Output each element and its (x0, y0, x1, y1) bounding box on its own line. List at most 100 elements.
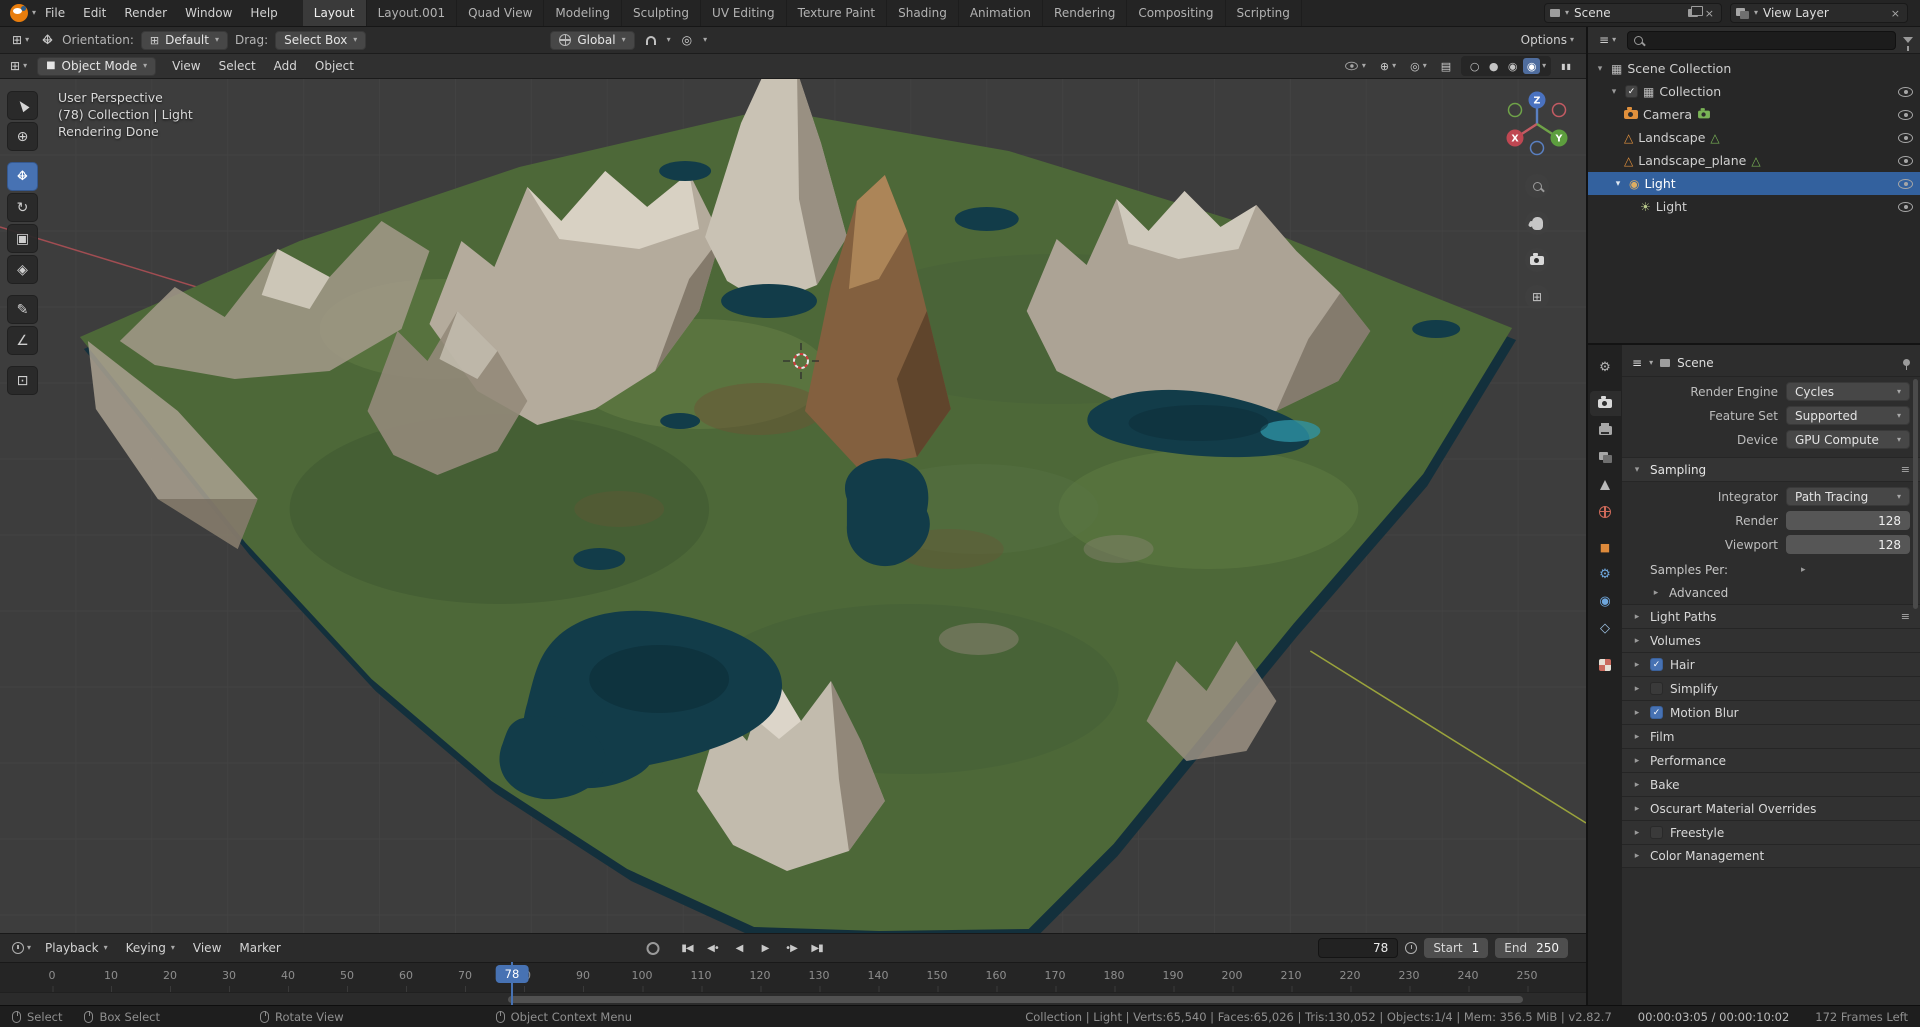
menu-object[interactable]: Object (307, 56, 362, 76)
pan-button[interactable] (1525, 211, 1549, 235)
panel-light-paths[interactable]: ▸ Light Paths ≡ (1622, 604, 1920, 628)
panel-freestyle[interactable]: ▸ Freestyle (1622, 820, 1920, 844)
simplify-checkbox[interactable] (1650, 682, 1663, 695)
menu-keying[interactable]: Keying ▾ (118, 938, 183, 958)
disclosure-icon[interactable]: ▾ (1612, 179, 1624, 189)
outliner-editor-type-button[interactable]: ≡ ▾ (1595, 32, 1620, 48)
panel-oscurart-material-overrides[interactable]: ▸ Oscurart Material Overrides (1622, 796, 1920, 820)
workspace-tab-animation[interactable]: Animation (959, 0, 1044, 26)
scale-tool-button[interactable]: ▣ (7, 224, 38, 253)
workspace-tab-compositing[interactable]: Compositing (1127, 0, 1226, 26)
menu-window[interactable]: Window (176, 2, 241, 24)
outliner-row-light[interactable]: ▾ ◉ Light (1588, 172, 1920, 195)
cursor-tool-button[interactable]: ⊕ (7, 122, 38, 151)
transform-orientation-dropdown[interactable]: Global ▾ (550, 30, 635, 50)
menu-view[interactable]: View (164, 56, 208, 76)
zoom-button[interactable] (1525, 174, 1549, 198)
start-frame-field[interactable]: Start 1 (1424, 938, 1489, 958)
feature-set-dropdown[interactable]: Supported ▾ (1786, 406, 1910, 425)
workspace-tab-texture-paint[interactable]: Texture Paint (787, 0, 888, 26)
outliner-row-landscape[interactable]: △ Landscape △ (1588, 126, 1920, 149)
viewport-3d[interactable]: User Perspective (78) Collection | Light… (0, 79, 1586, 933)
collection-checkbox[interactable]: ✓ (1625, 85, 1638, 98)
menu-render[interactable]: Render (115, 2, 176, 24)
timeline-editor-type-button[interactable]: ▾ (8, 940, 35, 956)
current-frame-field[interactable]: 78 (1318, 938, 1399, 958)
jump-to-end-button[interactable]: ▶ ▮ (806, 938, 828, 958)
menu-add[interactable]: Add (266, 56, 305, 76)
motion-blur-checkbox[interactable]: ✓ (1650, 706, 1663, 719)
annotate-tool-button[interactable]: ✎ (7, 295, 38, 324)
tab-tool[interactable]: ⚙ (1590, 355, 1621, 380)
menu-file[interactable]: File (36, 2, 74, 24)
tab-render[interactable] (1589, 391, 1621, 416)
viewport-samples-field[interactable]: 128 (1786, 535, 1910, 554)
workspace-tab-quad-view[interactable]: Quad View (457, 0, 545, 26)
preset-menu-icon[interactable]: ≡ (1901, 463, 1910, 476)
eye-icon[interactable] (1898, 86, 1913, 97)
panel-simplify[interactable]: ▸ Simplify (1622, 676, 1920, 700)
subpanel-samples-per[interactable]: Samples Per: ▸ (1628, 558, 1910, 581)
timeline-ruler[interactable]: 0 10 20 30 40 50 60 70 80 90 100 110 120… (0, 962, 1586, 992)
panel-volumes[interactable]: ▸ Volumes (1622, 628, 1920, 652)
scene-selector[interactable]: ▾ Scene × (1544, 3, 1722, 23)
mode-dropdown[interactable]: ■ Object Mode ▾ (37, 56, 157, 76)
timecode-clock-icon[interactable] (1405, 942, 1418, 954)
play-button[interactable]: ▶ (754, 938, 776, 958)
view-layer-browse-caret-icon[interactable]: ▾ (1754, 9, 1758, 17)
scene-browse-caret-icon[interactable]: ▾ (1565, 9, 1569, 17)
outliner-search-input[interactable] (1627, 30, 1896, 50)
delete-view-layer-button[interactable]: × (1889, 7, 1902, 20)
camera-view-button[interactable] (1525, 248, 1549, 272)
workspace-tab-layout-001[interactable]: Layout.001 (367, 0, 458, 26)
drag-dropdown[interactable]: Select Box ▾ (275, 30, 367, 50)
shading-dropdown[interactable]: ▾ (1542, 62, 1546, 70)
tab-object[interactable]: ■ (1590, 535, 1621, 560)
workspace-tab-rendering[interactable]: Rendering (1043, 0, 1128, 26)
render-engine-dropdown[interactable]: Cycles ▾ (1786, 382, 1910, 401)
subpanel-advanced[interactable]: ▸ Advanced (1628, 581, 1910, 604)
snap-dropdown[interactable]: ▾ (667, 36, 671, 44)
render-samples-field[interactable]: 128 (1786, 511, 1910, 530)
panel-film[interactable]: ▸ Film (1622, 724, 1920, 748)
blender-logo-icon[interactable] (10, 4, 28, 22)
eye-icon[interactable] (1898, 178, 1913, 189)
measure-tool-button[interactable]: ∠ (7, 326, 38, 355)
panel-motion-blur[interactable]: ▸ ✓ Motion Blur (1622, 700, 1920, 724)
viewport-editor-type-button[interactable]: ⊞ ▾ (6, 58, 31, 74)
preset-menu-icon[interactable]: ≡ (1901, 610, 1910, 623)
delete-scene-button[interactable]: × (1703, 7, 1716, 20)
view-layer-selector[interactable]: ▾ View Layer × (1730, 3, 1908, 23)
select-box-tool-button[interactable] (7, 91, 38, 120)
menu-view-timeline[interactable]: View (185, 938, 229, 958)
panel-bake[interactable]: ▸ Bake (1622, 772, 1920, 796)
shading-solid-button[interactable]: ● (1485, 58, 1502, 74)
overlays-dropdown[interactable]: ◎ ▾ (1406, 58, 1431, 75)
next-keyframe-button[interactable]: • ▶ (780, 938, 802, 958)
play-reverse-button[interactable]: ◀ (728, 938, 750, 958)
navigation-gizmo[interactable]: Z X Y (1500, 87, 1574, 161)
outliner-row-light-data[interactable]: ☀ Light (1588, 195, 1920, 218)
ortho-toggle-button[interactable]: ⊞ (1525, 285, 1549, 309)
timeline-scrollbar[interactable] (507, 996, 1523, 1003)
properties-scrollbar[interactable] (1913, 379, 1918, 609)
tab-output[interactable] (1590, 418, 1621, 443)
shading-material-button[interactable]: ◉ (1504, 58, 1521, 74)
outliner-row-scene-collection[interactable]: ▾ ▦ Scene Collection (1588, 57, 1920, 80)
auto-key-record-button[interactable] (646, 941, 660, 955)
eye-icon[interactable] (1898, 109, 1913, 120)
menu-help[interactable]: Help (241, 2, 286, 24)
rotate-tool-button[interactable]: ↻ (7, 193, 38, 222)
outliner-row-landscape-plane[interactable]: △ Landscape_plane △ (1588, 149, 1920, 172)
viewport-canvas[interactable] (0, 79, 1586, 933)
outliner-row-collection[interactable]: ▾ ✓ ▦ Collection (1588, 80, 1920, 103)
gizmos-dropdown[interactable]: ⊕ ▾ (1376, 58, 1400, 75)
disclosure-icon[interactable]: ▾ (1594, 64, 1606, 74)
tool-settings-editor-type-button[interactable]: ⊞ ▾ (8, 32, 33, 48)
workspace-tab-shading[interactable]: Shading (887, 0, 959, 26)
pin-icon[interactable] (1903, 359, 1910, 370)
transform-tool-button[interactable]: ◈ (7, 255, 38, 284)
new-scene-icon[interactable] (1687, 6, 1703, 17)
pause-render-button[interactable]: ▮▮ (1557, 60, 1576, 73)
disclosure-icon[interactable]: ▾ (1608, 87, 1620, 97)
